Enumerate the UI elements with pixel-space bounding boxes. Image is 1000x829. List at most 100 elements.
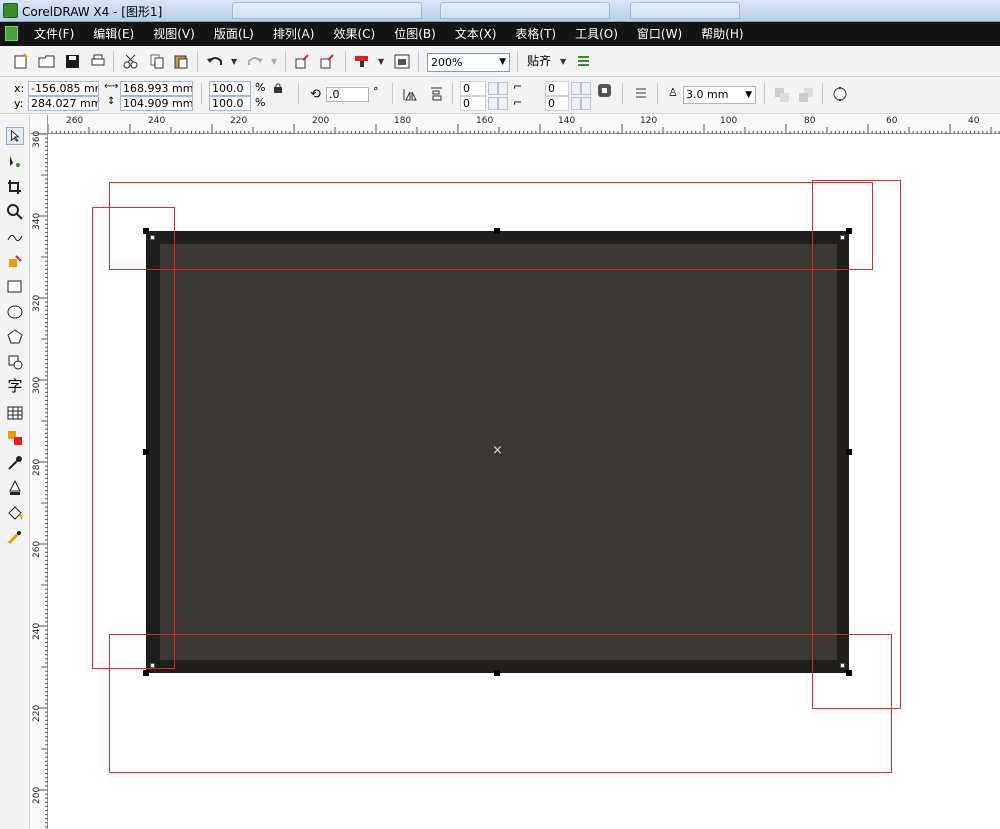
corner-bracket-icon: ⌐ <box>513 80 523 93</box>
smart-fill-tool-icon[interactable] <box>6 253 24 271</box>
menu-help[interactable]: 帮助(H) <box>701 22 743 46</box>
eyedropper-tool-icon[interactable] <box>6 454 24 472</box>
open-folder-icon[interactable] <box>38 53 56 70</box>
fill-tool-icon[interactable] <box>6 504 24 522</box>
outline-width-select[interactable]: 3.0 mm ▼ <box>683 86 756 104</box>
menu-bar: 文件(F) 编辑(E) 视图(V) 版面(L) 排列(A) 效果(C) 位图(B… <box>0 22 1000 46</box>
options-icon[interactable] <box>575 53 593 70</box>
x-position-field[interactable]: -156.085 mm <box>28 81 99 96</box>
spinner-icon[interactable] <box>581 97 591 110</box>
convert-to-curves-icon[interactable] <box>831 86 849 103</box>
spinner-icon[interactable] <box>488 97 498 110</box>
mirror-horizontal-icon[interactable] <box>402 86 420 103</box>
to-back-icon[interactable] <box>797 86 815 103</box>
background-window-tab[interactable] <box>232 2 422 19</box>
spinner-icon[interactable] <box>498 97 508 110</box>
spinner-icon[interactable] <box>488 82 498 95</box>
background-window-tab[interactable] <box>630 2 740 19</box>
outline-width-value: 3.0 mm <box>686 88 729 101</box>
outline-tool-icon[interactable] <box>6 479 24 497</box>
toolbar-separator <box>657 83 658 104</box>
background-window-tab[interactable] <box>440 2 610 19</box>
rectangle-tool-icon[interactable] <box>6 278 24 296</box>
zoom-tool-icon[interactable] <box>6 203 24 221</box>
welcome-screen-icon[interactable] <box>393 53 411 70</box>
table-tool-icon[interactable] <box>6 404 24 422</box>
spinner-icon[interactable] <box>498 82 508 95</box>
menu-tools[interactable]: 工具(O) <box>575 22 618 46</box>
menu-file[interactable]: 文件(F) <box>34 22 74 46</box>
menu-table[interactable]: 表格(T) <box>515 22 556 46</box>
new-document-icon[interactable] <box>12 53 30 70</box>
print-icon[interactable] <box>89 53 107 70</box>
menu-arrange[interactable]: 排列(A) <box>273 22 315 46</box>
shape-tool-icon[interactable] <box>6 153 24 171</box>
object-width-field[interactable]: 168.993 mm <box>120 81 193 96</box>
document-icon[interactable] <box>5 26 18 41</box>
vertical-ruler[interactable]: 360 340 320 300 280 260 240 220 200 <box>30 131 48 829</box>
ellipse-tool-icon[interactable] <box>6 303 24 321</box>
menu-effects[interactable]: 效果(C) <box>333 22 375 46</box>
save-icon[interactable] <box>64 53 82 70</box>
application-launcher-dropdown-icon[interactable]: ▼ <box>378 57 384 66</box>
rotation-center-icon[interactable]: × <box>492 444 503 457</box>
scale-x-field[interactable]: 100.0 <box>209 81 251 96</box>
interactive-fill-tool-icon[interactable] <box>6 529 24 547</box>
copy-icon[interactable] <box>148 53 166 70</box>
basic-shapes-tool-icon[interactable] <box>6 353 24 371</box>
crop-tool-icon[interactable] <box>6 178 24 196</box>
scale-x-unit: % <box>255 81 266 94</box>
undo-dropdown-icon[interactable]: ▼ <box>231 57 237 66</box>
mirror-vertical-icon[interactable] <box>428 86 446 103</box>
height-icon: ↕ <box>107 96 116 107</box>
menu-layout[interactable]: 版面(L) <box>214 22 254 46</box>
undo-icon[interactable] <box>206 53 224 70</box>
ruler-label: 300 <box>32 376 42 394</box>
snap-to-dropdown-icon[interactable]: ▼ <box>560 57 566 66</box>
spinner-icon[interactable] <box>571 82 581 95</box>
round-corners-together-icon[interactable] <box>596 82 614 99</box>
redo-icon[interactable] <box>246 53 264 70</box>
interactive-blend-tool-icon[interactable] <box>6 429 24 447</box>
corner-radius-top-left[interactable]: 0 <box>460 81 486 96</box>
ruler-label: 120 <box>640 116 658 126</box>
menu-view[interactable]: 视图(V) <box>153 22 195 46</box>
redo-dropdown-icon[interactable]: ▼ <box>271 57 277 66</box>
application-launcher-icon[interactable] <box>353 53 371 70</box>
lock-ratio-icon[interactable] <box>272 82 284 94</box>
horizontal-ruler[interactable]: 260 240 220 200 180 160 140 120 100 80 6… <box>48 115 1000 134</box>
ruler-label: 80 <box>804 116 816 126</box>
paste-icon[interactable] <box>172 53 190 70</box>
corner-radius-bottom-right[interactable]: 0 <box>545 96 569 111</box>
corner-radius-top-right[interactable]: 0 <box>545 81 569 96</box>
corner-radius-bottom-left[interactable]: 0 <box>460 96 486 111</box>
ruler-label: 320 <box>32 294 42 312</box>
text-tool-icon[interactable]: 字 <box>6 377 24 395</box>
zoom-level-select[interactable]: 200% ▼ <box>427 53 510 72</box>
scale-y-field[interactable]: 100.0 <box>209 96 251 111</box>
menu-text[interactable]: 文本(X) <box>455 22 497 46</box>
spinner-icon[interactable] <box>581 82 591 95</box>
ruler-label: 40 <box>968 116 980 126</box>
window-title: CorelDRAW X4 - [图形1] <box>22 5 163 19</box>
scale-y-unit: % <box>255 96 266 109</box>
cut-icon[interactable] <box>122 53 140 70</box>
menu-window[interactable]: 窗口(W) <box>637 22 682 46</box>
snap-to-menu[interactable]: 贴齐 <box>527 53 551 70</box>
to-front-icon[interactable] <box>773 86 791 103</box>
import-icon[interactable] <box>294 53 312 70</box>
polygon-tool-icon[interactable] <box>6 328 24 346</box>
menu-bitmaps[interactable]: 位图(B) <box>394 22 436 46</box>
ruler-label: 160 <box>476 116 494 126</box>
pick-tool-icon[interactable] <box>6 127 24 145</box>
rotation-angle-field[interactable]: .0 <box>326 87 369 102</box>
export-icon[interactable] <box>319 53 337 70</box>
object-height-field[interactable]: 104.909 mm <box>120 96 193 111</box>
toolbar-separator <box>197 51 198 72</box>
freehand-tool-icon[interactable] <box>6 228 24 246</box>
x-label: x: <box>14 82 25 95</box>
spinner-icon[interactable] <box>571 97 581 110</box>
wrap-paragraph-text-icon[interactable] <box>633 86 651 103</box>
menu-edit[interactable]: 编辑(E) <box>93 22 134 46</box>
y-position-field[interactable]: 284.027 mm <box>28 96 99 111</box>
